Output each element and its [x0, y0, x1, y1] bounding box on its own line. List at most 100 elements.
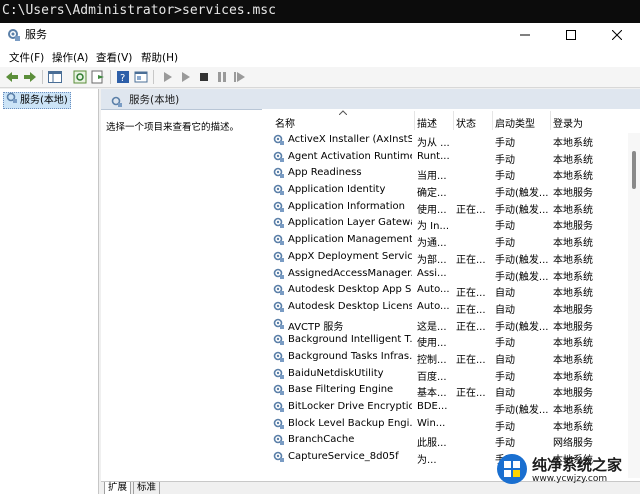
stop-service-icon[interactable]: [196, 69, 212, 85]
menu-action[interactable]: 操作(A): [52, 50, 88, 65]
column-logon-as[interactable]: 登录为: [553, 115, 583, 130]
service-logon-as: 本地系统: [553, 288, 593, 300]
column-divider[interactable]: [492, 111, 493, 130]
table-row[interactable]: AppX Deployment Servic... 为部... 正在... 手动(触发…: [262, 249, 628, 266]
column-name[interactable]: 名称: [275, 115, 295, 130]
watermark-url: www.ycwjzy.com: [532, 474, 608, 484]
service-gear-icon: [273, 368, 285, 380]
table-row[interactable]: AVCTP 服务 这是... 正在... 手动(触发... 本地服务: [262, 316, 628, 333]
service-startup-type: 手动: [495, 371, 515, 383]
refresh-icon[interactable]: [72, 69, 88, 85]
table-row[interactable]: BitLocker Drive Encryptio... BDE... 手动(触发.…: [262, 399, 628, 416]
table-row[interactable]: Block Level Backup Engi... Win... 手动 本地系统: [262, 416, 628, 433]
services-gear-icon: [6, 92, 18, 109]
console-prompt: C:\Users\Administrator>services.msc: [0, 0, 640, 22]
help-icon[interactable]: ?: [115, 69, 131, 85]
column-divider[interactable]: [550, 111, 551, 130]
service-desc: Win...: [417, 417, 446, 429]
service-status: 正在...: [456, 204, 486, 216]
minimize-button[interactable]: [502, 23, 548, 47]
service-status: 正在...: [456, 254, 486, 266]
start-service-icon[interactable]: [160, 69, 176, 85]
restart-service-icon[interactable]: [232, 69, 248, 85]
tab-extended[interactable]: 扩展: [104, 482, 132, 494]
service-gear-icon: [273, 234, 285, 246]
svg-text:?: ?: [120, 73, 125, 84]
window-title: 服务: [25, 28, 47, 41]
toolbar-separator: [42, 70, 43, 84]
service-name: Autodesk Desktop Licens...: [288, 300, 412, 312]
menu-view[interactable]: 查看(V): [96, 50, 132, 65]
service-name: CaptureService_8d05f: [288, 451, 399, 463]
service-gear-icon: [273, 217, 285, 229]
service-startup-type: 自动: [495, 388, 515, 400]
pause-service-icon[interactable]: [214, 69, 230, 85]
service-startup-type: 手动: [495, 438, 515, 450]
service-description: 选择一个项目来查看它的描述。: [106, 122, 240, 133]
service-logon-as: 本地系统: [553, 171, 593, 183]
service-name: Application Layer Gatewa...: [288, 217, 412, 229]
console-tree: 服务(本地): [0, 89, 99, 494]
forward-arrow-icon[interactable]: [22, 69, 38, 85]
table-row[interactable]: Application Identity 确定... 手动(触发... 本地服务: [262, 182, 628, 199]
table-row[interactable]: Autodesk Desktop Licens... Auto... 正在... 自动…: [262, 299, 628, 316]
service-gear-icon: [273, 301, 285, 313]
table-row[interactable]: Application Management 为通... 手动 本地系统: [262, 232, 628, 249]
column-status[interactable]: 状态: [456, 115, 476, 130]
service-logon-as: 本地服务: [553, 304, 593, 316]
pane-title: 服务(本地): [129, 94, 180, 106]
service-gear-icon: [273, 401, 285, 413]
table-row[interactable]: Autodesk Desktop App S... Auto... 正在... 自动 本…: [262, 282, 628, 299]
service-status: 正在...: [456, 321, 486, 333]
menu-file[interactable]: 文件(F): [9, 50, 44, 65]
vertical-scrollbar[interactable]: [628, 133, 640, 478]
service-gear-icon: [273, 184, 285, 196]
service-logon-as: 本地系统: [553, 138, 593, 149]
services-gear-icon: [7, 27, 21, 41]
service-desc: 确定...: [417, 188, 447, 200]
service-gear-icon: [273, 167, 285, 179]
column-divider[interactable]: [453, 111, 454, 130]
table-row[interactable]: Base Filtering Engine 基本... 正在... 自动 本地服务: [262, 382, 628, 399]
back-arrow-icon[interactable]: [4, 69, 20, 85]
watermark: 纯净系统之家 www.ycwjzy.com: [496, 452, 636, 490]
console-tree-icon[interactable]: [47, 69, 63, 85]
table-row[interactable]: Application Information 使用... 正在... 手动(触发..…: [262, 199, 628, 216]
table-row[interactable]: BaiduNetdiskUtility 百度... 手动 本地系统: [262, 366, 628, 383]
services-list: 名称 描述 状态 启动类型 登录为 ActiveX Installer (AxI…: [262, 109, 640, 479]
table-row[interactable]: AssignedAccessManager... Assi... 手动(触发... 本…: [262, 266, 628, 283]
service-startup-type: 手动(触发...: [495, 271, 549, 283]
close-button[interactable]: [594, 23, 640, 47]
table-row[interactable]: BranchCache 此服... 手动 网络服务: [262, 432, 628, 449]
services-rows: ActiveX Installer (AxInstSV) 为从 ... 手动 本地系统…: [262, 132, 628, 466]
service-gear-icon: [273, 284, 285, 296]
service-startup-type: 手动(触发...: [495, 188, 549, 200]
scrollbar-thumb[interactable]: [632, 151, 636, 189]
tree-item-services-local[interactable]: 服务(本地): [3, 92, 71, 109]
export-list-icon[interactable]: [90, 69, 106, 85]
service-logon-as: 本地系统: [553, 204, 593, 216]
menu-bar: 文件(F) 操作(A) 查看(V) 帮助(H): [0, 47, 640, 67]
column-description[interactable]: 描述: [417, 115, 437, 130]
table-row[interactable]: ActiveX Installer (AxInstSV) 为从 ... 手动 本地系统: [262, 132, 628, 149]
menu-help[interactable]: 帮助(H): [141, 50, 178, 65]
maximize-button[interactable]: [548, 23, 594, 47]
service-name: AVCTP 服务: [288, 321, 344, 333]
service-logon-as: 本地系统: [553, 354, 593, 366]
service-gear-icon: [273, 134, 285, 146]
start-service-icon-2[interactable]: [178, 69, 194, 85]
tab-standard[interactable]: 标准: [133, 482, 161, 494]
table-row[interactable]: App Readiness 当用... 手动 本地系统: [262, 165, 628, 182]
service-startup-type: 手动: [495, 238, 515, 250]
service-gear-icon: [273, 384, 285, 396]
table-row[interactable]: Background Intelligent T... 使用... 手动 本地系统: [262, 332, 628, 349]
column-divider[interactable]: [414, 111, 415, 130]
properties-icon[interactable]: [133, 69, 149, 85]
table-row[interactable]: Application Layer Gatewa... 为 In... 手动 本地服务: [262, 215, 628, 232]
service-startup-type: 手动: [495, 421, 515, 433]
column-startup-type[interactable]: 启动类型: [495, 115, 535, 130]
service-name: Agent Activation Runtime...: [288, 150, 412, 162]
service-gear-icon: [273, 434, 285, 446]
table-row[interactable]: Agent Activation Runtime... Runt... 手动 本地系统: [262, 149, 628, 166]
table-row[interactable]: Background Tasks Infras... 控制... 正在... 自动 本地…: [262, 349, 628, 366]
